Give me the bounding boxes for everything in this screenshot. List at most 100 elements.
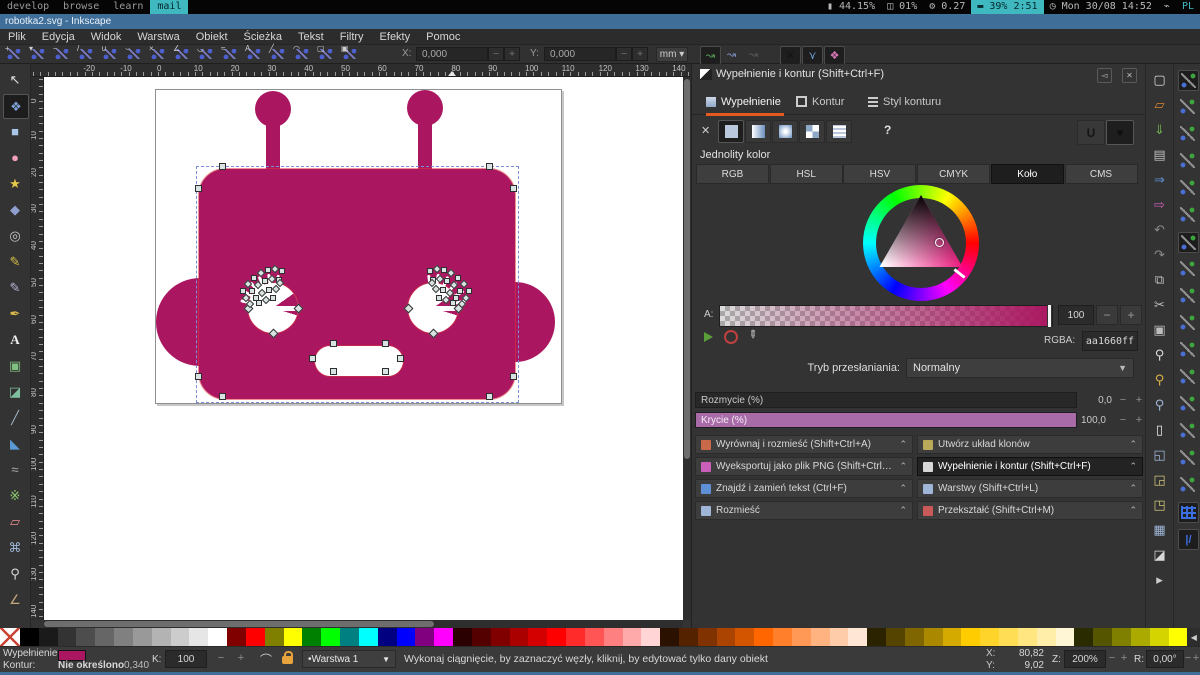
color-mode-cmyk[interactable]: CMYK bbox=[917, 164, 990, 184]
unknown-paint-icon[interactable]: ? bbox=[884, 123, 891, 137]
menu-efekty[interactable]: Efekty bbox=[372, 31, 419, 43]
alpha-slider[interactable] bbox=[719, 305, 1053, 327]
paste-icon[interactable]: ▣ bbox=[1149, 320, 1170, 340]
snap-grid-icon[interactable] bbox=[1178, 502, 1199, 523]
fill-stroke-dialog-icon[interactable]: ◪ bbox=[1149, 545, 1170, 565]
menu-tekst[interactable]: Tekst bbox=[290, 31, 332, 43]
palette-swatch[interactable] bbox=[378, 628, 397, 646]
node-tool[interactable]: ❖ bbox=[3, 94, 29, 119]
palette-swatch[interactable] bbox=[905, 628, 924, 646]
color-mode-cms[interactable]: CMS bbox=[1065, 164, 1138, 184]
robot-antenna-left-ball[interactable] bbox=[255, 91, 291, 127]
snap-page-border-icon[interactable] bbox=[1178, 475, 1197, 494]
palette-swatch[interactable] bbox=[754, 628, 773, 646]
palette-swatch[interactable] bbox=[20, 628, 39, 646]
dropper-tool[interactable]: ╱ bbox=[3, 406, 27, 429]
measure-tool[interactable]: ∠ bbox=[3, 588, 27, 611]
zoom-selection-icon[interactable]: ⚲ bbox=[1149, 345, 1170, 365]
show-outline-icon[interactable]: ⋎ bbox=[802, 46, 823, 65]
bezier-pen-tool[interactable]: ✎ bbox=[3, 276, 27, 299]
alpha-value[interactable]: 100 bbox=[1058, 305, 1094, 325]
color-mode-rgb[interactable]: RGB bbox=[696, 164, 769, 184]
dock-header-align[interactable]: Wyrównaj i rozmieść (Shift+Ctrl+A)⌃ bbox=[695, 435, 913, 454]
palette-swatch[interactable] bbox=[453, 628, 472, 646]
snap-smooth-nodes-icon[interactable] bbox=[1178, 340, 1197, 359]
color-history-icon[interactable]: U bbox=[1077, 120, 1105, 145]
zoom-drawing-icon[interactable]: ⚲ bbox=[1149, 370, 1170, 390]
horizontal-scrollbar[interactable] bbox=[44, 620, 683, 628]
pattern-button[interactable] bbox=[799, 120, 825, 143]
alpha-decrement-button[interactable]: − bbox=[1096, 305, 1118, 325]
diagram-connector-tool[interactable]: ▣ bbox=[3, 354, 27, 377]
palette-swatch[interactable] bbox=[227, 628, 246, 646]
linear-gradient-button[interactable] bbox=[745, 120, 771, 143]
path-node-handle[interactable] bbox=[309, 355, 316, 362]
open-document-icon[interactable]: ▱ bbox=[1149, 95, 1170, 115]
print-icon[interactable]: ▤ bbox=[1149, 145, 1170, 165]
palette-swatch-none[interactable] bbox=[0, 628, 20, 646]
snap-rotation-centers-icon[interactable] bbox=[1178, 421, 1197, 440]
layer-lock-icon[interactable] bbox=[282, 656, 293, 664]
stroke-to-path-button[interactable]: ▣ bbox=[340, 46, 360, 62]
path-node-handle[interactable] bbox=[219, 393, 226, 400]
layer-selector[interactable]: •Warstwa 1 ▼ bbox=[302, 650, 396, 668]
palette-swatch[interactable] bbox=[623, 628, 642, 646]
edit-mask-icon[interactable]: ❖ bbox=[824, 46, 845, 65]
palette-swatch[interactable] bbox=[152, 628, 171, 646]
color-mode-hsv[interactable]: HSV bbox=[843, 164, 916, 184]
snap-nodes-icon[interactable] bbox=[1178, 232, 1199, 253]
palette-swatch[interactable] bbox=[302, 628, 321, 646]
path-node-handle[interactable] bbox=[382, 340, 389, 347]
menu-ścieżka[interactable]: Ścieżka bbox=[236, 31, 291, 43]
object-to-path-button[interactable]: ▢ bbox=[316, 46, 336, 62]
path-node-handle[interactable] bbox=[486, 393, 493, 400]
collapse-chevron-icon[interactable]: ⌃ bbox=[899, 439, 907, 450]
path-node-handle[interactable] bbox=[382, 368, 389, 375]
insert-node-menu-button[interactable]: ▾ bbox=[28, 46, 48, 62]
y-decrement-button[interactable]: − bbox=[616, 47, 632, 61]
gradient-tool[interactable]: ◪ bbox=[3, 380, 27, 403]
corner-node-button[interactable]: ∠ bbox=[172, 46, 192, 62]
palette-swatch[interactable] bbox=[604, 628, 623, 646]
palette-swatch[interactable] bbox=[1169, 628, 1188, 646]
palette-swatch[interactable] bbox=[415, 628, 434, 646]
show-transform-handles-icon[interactable]: ↝ bbox=[744, 46, 763, 63]
palette-swatch[interactable] bbox=[924, 628, 943, 646]
palette-swatch[interactable] bbox=[867, 628, 886, 646]
palette-swatch[interactable] bbox=[397, 628, 416, 646]
palette-swatch[interactable] bbox=[999, 628, 1018, 646]
rotation-decrement[interactable]: − bbox=[1184, 652, 1192, 664]
palette-swatch[interactable] bbox=[58, 628, 77, 646]
show-mask-handles-icon[interactable]: ↝ bbox=[722, 46, 741, 63]
zoom-page-icon[interactable]: ⚲ bbox=[1149, 395, 1170, 415]
palette-swatch[interactable] bbox=[208, 628, 227, 646]
object-opacity-decrement[interactable]: − bbox=[212, 652, 230, 664]
break-node-button[interactable]: / bbox=[76, 46, 96, 62]
undo-icon[interactable]: ↶ bbox=[1149, 220, 1170, 240]
menu-widok[interactable]: Widok bbox=[83, 31, 130, 43]
palette-swatch[interactable] bbox=[510, 628, 529, 646]
snap-cusp-nodes-icon[interactable] bbox=[1178, 313, 1197, 332]
segment-line-button[interactable]: ╱ bbox=[268, 46, 288, 62]
palette-swatch[interactable] bbox=[641, 628, 660, 646]
collapse-chevron-icon[interactable]: ⌃ bbox=[1129, 461, 1137, 472]
blur-value[interactable]: 0,0 bbox=[1080, 395, 1112, 406]
path-node-handle[interactable] bbox=[444, 278, 450, 284]
vertical-scrollbar[interactable] bbox=[683, 77, 691, 620]
path-node-handle[interactable] bbox=[195, 185, 202, 192]
dock-header-fill-stroke[interactable]: Wypełnienie i kontur (Shift+Ctrl+F)⌃ bbox=[917, 457, 1143, 476]
horizontal-scrollbar-thumb[interactable] bbox=[44, 621, 434, 627]
palette-scroll-arrow[interactable]: ◀ bbox=[1187, 628, 1200, 646]
clone-icon[interactable]: ◲ bbox=[1149, 470, 1170, 490]
palette-swatch[interactable] bbox=[284, 628, 303, 646]
export-icon[interactable]: ⇨ bbox=[1149, 195, 1170, 215]
spiral-tool[interactable]: ◎ bbox=[3, 224, 27, 247]
pencil-tool[interactable]: ✎ bbox=[3, 250, 27, 273]
palette-swatch[interactable] bbox=[547, 628, 566, 646]
path-node-handle[interactable] bbox=[440, 287, 446, 293]
palette-swatch[interactable] bbox=[76, 628, 95, 646]
robot-antenna-right-ball[interactable] bbox=[407, 90, 443, 126]
commandbar-overflow-icon[interactable]: ▸ bbox=[1149, 570, 1170, 590]
path-node-handle[interactable] bbox=[195, 373, 202, 380]
workspace-tab-mail[interactable]: mail bbox=[150, 0, 188, 14]
